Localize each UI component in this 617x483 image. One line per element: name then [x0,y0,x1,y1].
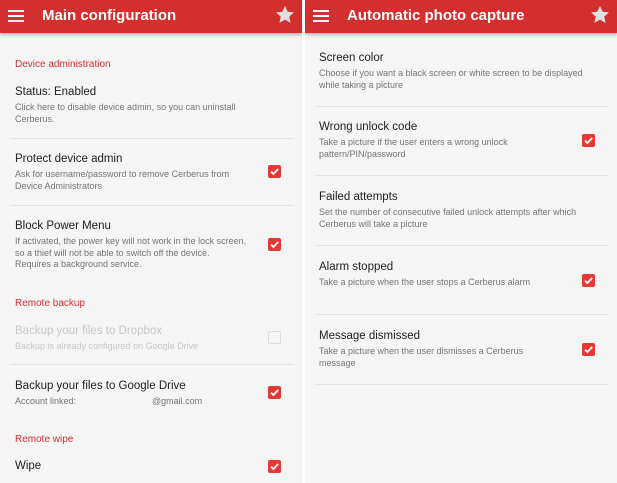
backup-dropbox-summary: Backup is already configured on Google D… [15,341,199,351]
alarm-stopped-title: Alarm stopped [319,261,394,273]
check-icon [584,277,593,285]
backup-dropbox-item: Backup your files to Dropbox Backup is a… [0,325,302,357]
block-power-menu-item[interactable]: Block Power Menu If activated, the power… [0,220,302,276]
protect-device-admin-checkbox[interactable] [268,165,281,178]
section-device-administration: Device administration [15,59,111,70]
wrong-unlock-code-item[interactable]: Wrong unlock code Take a picture if the … [305,121,617,165]
wipe-checkbox[interactable] [268,460,281,473]
backup-google-drive-title: Backup your files to Google Drive [15,380,186,392]
divider [315,245,609,246]
protect-device-admin-item[interactable]: Protect device admin Ask for username/pa… [0,153,302,197]
failed-attempts-title: Failed attempts [319,191,398,203]
alarm-stopped-checkbox[interactable] [582,274,595,287]
message-dismissed-checkbox[interactable] [582,343,595,356]
wrong-unlock-code-summary: Take a picture if the user enters a wron… [319,137,508,159]
check-icon [270,463,279,471]
app-bar: Main configuration [0,0,302,33]
status-title: Status: Enabled [15,86,97,98]
account-linked-email: @gmail.com [152,396,203,406]
app-bar: Automatic photo capture [305,0,617,33]
block-power-menu-title: Block Power Menu [15,220,111,232]
status-item[interactable]: Status: Enabled Click here to disable de… [0,86,302,130]
check-icon [584,137,593,145]
check-icon [270,389,279,397]
check-icon [270,168,279,176]
star-icon[interactable] [274,4,296,26]
divider [10,138,294,139]
divider [10,205,294,206]
page-title: Automatic photo capture [347,7,525,24]
block-power-menu-summary: If activated, the power key will not wor… [15,236,247,269]
check-icon [270,241,279,249]
message-dismissed-item[interactable]: Message dismissed Take a picture when th… [305,330,617,374]
alarm-stopped-summary: Take a picture when the user stops a Cer… [319,277,531,287]
backup-google-drive-item[interactable]: Backup your files to Google Drive Accoun… [0,380,302,412]
section-remote-backup: Remote backup [15,298,86,309]
backup-google-drive-checkbox[interactable] [268,386,281,399]
screen-color-title: Screen color [319,52,384,64]
protect-device-admin-summary: Ask for username/password to remove Cerb… [15,169,230,191]
divider [315,314,609,315]
alarm-stopped-item[interactable]: Alarm stopped Take a picture when the us… [305,261,617,305]
menu-icon[interactable] [313,9,329,23]
message-dismissed-title: Message dismissed [319,330,420,342]
backup-dropbox-title: Backup your files to Dropbox [15,325,163,337]
automatic-photo-capture-screen: Automatic photo capture Screen color Cho… [305,0,617,483]
status-summary: Click here to disable device admin, so y… [15,102,236,124]
failed-attempts-item[interactable]: Failed attempts Set the number of consec… [305,191,617,235]
star-icon[interactable] [589,4,611,26]
message-dismissed-summary: Take a picture when the user dismisses a… [319,346,524,368]
failed-attempts-summary: Set the number of consecutive failed unl… [319,207,577,229]
screen-color-summary: Choose if you want a black screen or whi… [319,68,583,90]
divider [315,106,609,107]
screen-color-item[interactable]: Screen color Choose if you want a black … [305,52,617,96]
page-title: Main configuration [42,7,177,24]
divider [315,384,609,385]
block-power-menu-checkbox[interactable] [268,238,281,251]
menu-icon[interactable] [8,9,24,23]
wipe-item[interactable]: Wipe [0,460,302,480]
backup-dropbox-checkbox [268,331,281,344]
wrong-unlock-code-checkbox[interactable] [582,134,595,147]
wrong-unlock-code-title: Wrong unlock code [319,121,418,133]
main-configuration-screen: Main configuration Device administration… [0,0,302,483]
divider [315,175,609,176]
check-icon [584,346,593,354]
section-remote-wipe: Remote wipe [15,434,74,445]
divider [10,364,294,365]
wipe-title: Wipe [15,460,42,472]
protect-device-admin-title: Protect device admin [15,153,123,165]
